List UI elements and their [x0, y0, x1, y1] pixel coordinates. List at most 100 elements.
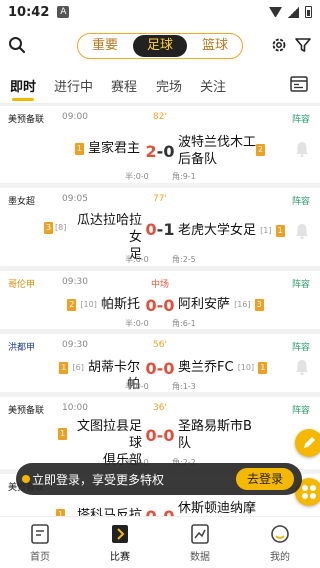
home-score: 0 — [145, 426, 157, 445]
away-score: 0 — [163, 359, 175, 378]
away-team-name: 老虎大学女足 — [178, 223, 257, 238]
half-time-score: 半:0-0 — [125, 382, 149, 391]
segment-basketball[interactable]: 篮球 — [188, 34, 242, 58]
coin-icon — [22, 475, 30, 483]
tab-in-progress[interactable]: 进行中 — [54, 76, 93, 95]
profile-icon — [271, 525, 289, 543]
away-score: 0 — [163, 426, 175, 445]
away-score: 0 — [163, 296, 175, 315]
app-notification-icon: A — [57, 6, 70, 18]
calendar-icon[interactable] — [290, 76, 308, 92]
home-icon — [31, 524, 49, 544]
home-red-card-badge: 1 — [59, 361, 69, 374]
nav-label: 首页 — [30, 552, 50, 563]
home-score: 0 — [145, 359, 157, 378]
away-rank: [16] — [234, 300, 251, 309]
match-minute: 56' — [153, 340, 167, 350]
login-button[interactable]: 去登录 — [236, 468, 294, 490]
segment-important[interactable]: 重要 — [78, 34, 132, 58]
away-score: 0 — [163, 142, 175, 161]
half-time-score: 半:0-0 — [125, 255, 149, 264]
bell-icon[interactable] — [294, 222, 310, 240]
away-red-card-badge: 3 — [254, 298, 264, 311]
nav-match[interactable]: 比赛 — [90, 523, 150, 563]
nav-label: 我的 — [270, 552, 290, 563]
status-time: 10:42 — [8, 4, 50, 20]
kickoff-time: 09:00 — [62, 112, 88, 122]
corner-count: 角:9-1 — [172, 172, 196, 181]
home-team: 2 [10] 帕斯托 — [60, 296, 140, 313]
match-card[interactable]: 美预备联 09:00 82' 阵容 1 皇家君主 2-0 波特兰伐木工 后备队 … — [0, 106, 320, 183]
league-name: 墨女超 — [8, 197, 36, 207]
bell-icon[interactable] — [294, 358, 310, 376]
league-name: 洪都甲 — [8, 343, 36, 353]
tab-followed[interactable]: 关注 — [200, 76, 226, 95]
kickoff-time: 10:00 — [62, 403, 88, 413]
home-red-card-badge: 1 — [74, 142, 84, 155]
score: 2-0 — [145, 142, 175, 161]
match-card[interactable]: 墨女超 09:05 77' 阵容 3 [8] 瓜达拉哈拉女 足 0-1 老虎大学… — [0, 188, 320, 266]
league-name: 美预备联 — [8, 115, 45, 125]
wifi-icon — [269, 7, 282, 17]
corner-count: 角:1-3 — [172, 382, 196, 391]
home-red-card-badge: 2 — [67, 298, 77, 311]
kickoff-time: 09:30 — [62, 277, 88, 287]
bottom-navigation: 首页 比赛 数据 我的 — [0, 516, 320, 568]
tab-live[interactable]: 即时 — [10, 76, 36, 95]
score: 0-1 — [145, 220, 175, 239]
nav-data[interactable]: 数据 — [170, 523, 230, 563]
lineup-link[interactable]: 阵容 — [292, 403, 310, 416]
match-card[interactable]: 哥伦甲 09:30 中场 阵容 2 [10] 帕斯托 0-0 阿利安萨 [16]… — [0, 271, 320, 329]
tab-finished[interactable]: 完场 — [156, 76, 182, 95]
corner-count: 角:2-5 — [172, 255, 196, 264]
lineup-link[interactable]: 阵容 — [292, 340, 310, 353]
bell-icon[interactable] — [294, 140, 310, 158]
away-rank: [10] — [237, 363, 255, 372]
away-red-card-badge: 1 — [275, 224, 285, 237]
lineup-link[interactable]: 阵容 — [292, 277, 310, 290]
filter-icon[interactable] — [294, 36, 312, 54]
search-icon[interactable] — [8, 36, 26, 54]
home-red-card-badge: 3 — [44, 222, 54, 234]
edit-float-button[interactable] — [295, 429, 320, 457]
nav-profile[interactable]: 我的 — [250, 523, 310, 563]
away-team: 阿利安萨 [16] 3 — [178, 296, 278, 313]
half-time-score: 半:0-0 — [125, 172, 149, 181]
sport-segmented-control: 重要 足球 篮球 — [77, 33, 243, 59]
away-team: 圣路易斯市B 队 — [178, 418, 268, 452]
match-minute: 77' — [153, 194, 167, 204]
home-rank: [6] — [72, 363, 84, 372]
segment-football[interactable]: 足球 — [133, 35, 187, 57]
corner-count: 角:6-1 — [172, 319, 196, 328]
tab-schedule[interactable]: 赛程 — [111, 76, 137, 95]
login-prompt-bar: 立即登录，享受更多特权 去登录 — [16, 463, 302, 495]
score: 0-0 — [145, 296, 175, 315]
signal-icon — [288, 6, 299, 18]
away-team-name: 圣路易斯市B 队 — [178, 419, 252, 451]
gear-icon[interactable] — [270, 36, 288, 54]
nav-label: 比赛 — [110, 552, 130, 563]
kickoff-time: 09:05 — [62, 194, 88, 204]
match-minute: 中场 — [150, 280, 169, 290]
home-score: 0 — [145, 220, 157, 239]
half-time-score: 半:0-0 — [125, 319, 149, 328]
away-red-card-badge: 2 — [256, 144, 266, 156]
home-score: 2 — [145, 142, 157, 161]
nav-home[interactable]: 首页 — [10, 523, 70, 563]
match-filter-tabs: 即时 进行中 赛程 完场 关注 — [0, 68, 320, 104]
away-team-name: 阿利安萨 — [178, 297, 231, 312]
match-card[interactable]: 美预备联 10:00 36' 阵容 1 文图拉县足球 俱乐部 0-0 圣路易斯市… — [0, 397, 320, 469]
home-score: 0 — [145, 296, 157, 315]
away-team-name: 波特兰伐木工 后备队 — [178, 135, 257, 167]
lineup-link[interactable]: 阵容 — [292, 112, 310, 125]
match-minute: 82' — [153, 112, 167, 122]
match-card[interactable]: 洪都甲 09:30 56' 阵容 1 [6] 胡蒂卡尔帕 0-0 奥兰乔FC [… — [0, 334, 320, 392]
score: 0-0 — [145, 359, 175, 378]
away-rank: [1] — [260, 226, 272, 235]
data-icon — [191, 524, 209, 544]
login-prompt-message: 立即登录，享受更多特权 — [32, 473, 165, 487]
away-team: 波特兰伐木工 后备队 — [178, 134, 268, 168]
home-team: 1 皇家君主 — [70, 140, 140, 157]
nav-label: 数据 — [190, 552, 210, 563]
lineup-link[interactable]: 阵容 — [292, 194, 310, 207]
